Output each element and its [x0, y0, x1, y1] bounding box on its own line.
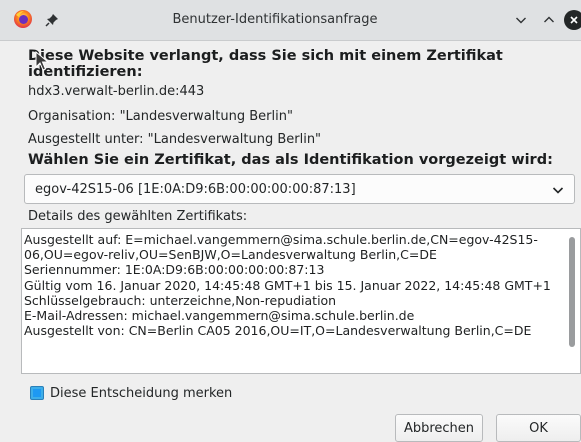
maximize-button[interactable]: [539, 10, 559, 30]
cancel-button[interactable]: Abbrechen: [395, 414, 483, 442]
checkbox-indicator: [33, 389, 41, 397]
chevron-down-icon: [552, 187, 564, 194]
details-label: Details des gewählten Zertifikats:: [28, 209, 248, 224]
chevron-down-icon: [516, 17, 526, 24]
choose-certificate-label: Wählen Sie ein Zertifikat, das als Ident…: [28, 152, 553, 168]
details-scrollbar[interactable]: [569, 237, 575, 347]
close-button[interactable]: [564, 10, 581, 30]
organisation-text: Organisation: "Landesverwaltung Berlin": [28, 109, 293, 124]
certificate-select[interactable]: egov-42S15-06 [1E:0A:D9:6B:00:00:00:00:8…: [24, 174, 575, 204]
pin-icon[interactable]: [44, 12, 60, 28]
selected-certificate: egov-42S15-06 [1E:0A:D9:6B:00:00:00:00:8…: [35, 182, 356, 197]
remember-label: Diese Entscheidung merken: [50, 385, 233, 401]
dialog-heading: Diese Website verlangt, dass Sie sich mi…: [28, 48, 503, 80]
mouse-cursor-icon: [35, 51, 49, 71]
window-title: Benutzer-Identifikationsanfrage: [172, 12, 378, 27]
remember-checkbox[interactable]: [30, 386, 44, 400]
close-icon: [570, 16, 578, 24]
remember-decision[interactable]: Diese Entscheidung merken: [30, 384, 232, 402]
title-bar: Benutzer-Identifikationsanfrage: [0, 0, 581, 41]
issued-under-text: Ausgestellt unter: "Landesverwaltung Ber…: [28, 132, 322, 147]
minimize-button[interactable]: [511, 10, 531, 30]
certificate-details[interactable]: Ausgestellt auf: E=michael.vangemmern@si…: [21, 228, 581, 374]
ok-button[interactable]: OK: [496, 414, 581, 442]
firefox-icon[interactable]: [13, 9, 33, 29]
chevron-up-icon: [544, 16, 554, 23]
certificate-details-text: Ausgestellt auf: E=michael.vangemmern@si…: [24, 232, 551, 339]
host-text: hdx3.verwalt-berlin.de:443: [28, 84, 205, 99]
